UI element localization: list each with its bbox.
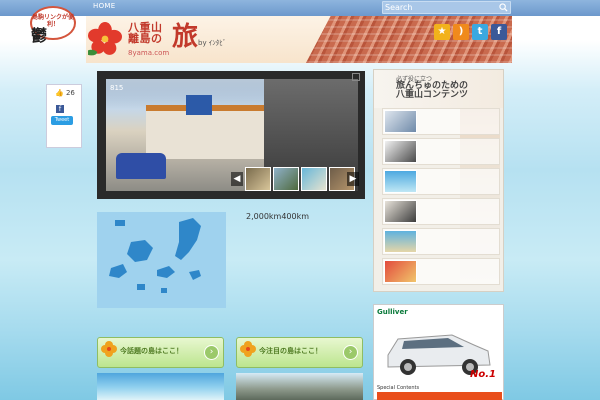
arrow-right-icon[interactable]: › [343, 345, 358, 360]
thumbnail[interactable] [273, 167, 299, 191]
search-input[interactable] [385, 2, 495, 13]
promo-label: 今注目の島はここ！ [259, 347, 322, 355]
top-navigation-bar: HOME [0, 0, 600, 16]
thumbs-up-icon: 👍 [55, 89, 64, 97]
beach-photo[interactable] [97, 373, 224, 400]
panel-header: 必ず役に立つ 旅んちゅのための 八重山コンテンツ [374, 70, 503, 108]
content-link[interactable] [382, 138, 500, 165]
hibiscus-logo-icon [88, 22, 122, 56]
nav-home-link[interactable]: HOME [93, 2, 115, 10]
social-links: ★ ) t f [434, 24, 507, 40]
logo-url: 8yama.com [128, 49, 170, 57]
slide-label: 815 [110, 84, 124, 92]
hibiscus-icon [240, 341, 256, 357]
blue-car [116, 153, 166, 179]
promo-label: 今話題の島はここ！ [120, 347, 183, 355]
like-button[interactable]: 👍 26 [55, 89, 75, 99]
content-link[interactable] [382, 108, 500, 135]
content-link[interactable] [382, 168, 500, 195]
store-sign [186, 95, 212, 115]
logo-text-tabi: 旅 [172, 22, 199, 52]
slider-thumbnails [245, 167, 355, 191]
ad-brand: Gulliver [377, 308, 408, 316]
slider-prev-arrow[interactable]: ◀ [231, 172, 243, 186]
bubble-character: 鬱 [31, 26, 48, 45]
thumbnail[interactable] [245, 167, 271, 191]
fullscreen-icon[interactable] [352, 73, 360, 81]
content-link[interactable] [382, 198, 500, 225]
site-logo[interactable]: 八重山 離島の 旅 8yama.com [128, 22, 198, 57]
share-box: 👍 26 f Tweet [46, 84, 82, 148]
bookmark-star-icon[interactable]: ★ [434, 24, 450, 40]
thumbnail[interactable] [301, 167, 327, 191]
rock-photo[interactable] [236, 373, 363, 400]
facebook-share-icon[interactable]: f [56, 105, 64, 113]
facebook-icon[interactable]: f [491, 24, 507, 40]
hibiscus-icon [101, 341, 117, 357]
tweet-button[interactable]: Tweet [51, 116, 73, 125]
panel-title: 旅んちゅのための 八重山コンテンツ [396, 81, 469, 101]
arrow-right-icon[interactable]: › [204, 345, 219, 360]
twitter-icon[interactable]: t [472, 24, 488, 40]
content-link[interactable] [382, 258, 500, 285]
logo-text-ritou: 離島の [128, 32, 163, 45]
promo-banner-trending[interactable]: 今話題の島はここ！ › [97, 337, 224, 368]
intro-text: 2,000km400km [246, 212, 310, 221]
yaeyama-islands-map[interactable] [97, 212, 226, 308]
ad-special-label: Special Contents [377, 385, 420, 391]
gulliver-ad-banner[interactable]: Gulliver No.1 Special Contents [373, 304, 504, 400]
like-count: 26 [65, 89, 75, 97]
ad-badge: No.1 [470, 369, 496, 380]
rss-icon[interactable]: ) [453, 24, 469, 40]
ad-cta-bar[interactable] [377, 392, 502, 400]
logo-byline: by ｲﾝﾀﾋﾞ [198, 39, 227, 47]
featured-slider: 815 ◀ ▶ [97, 71, 365, 199]
promo-banner-featured[interactable]: 今注目の島はここ！ › [236, 337, 363, 368]
search-box [382, 1, 511, 14]
slider-next-arrow[interactable]: ▶ [347, 172, 359, 186]
panel-title-line2: 八重山コンテンツ [396, 90, 469, 101]
search-icon[interactable] [499, 3, 508, 12]
content-link[interactable] [382, 228, 500, 255]
yaeyama-contents-panel: 必ず役に立つ 旅んちゅのための 八重山コンテンツ [373, 69, 504, 292]
